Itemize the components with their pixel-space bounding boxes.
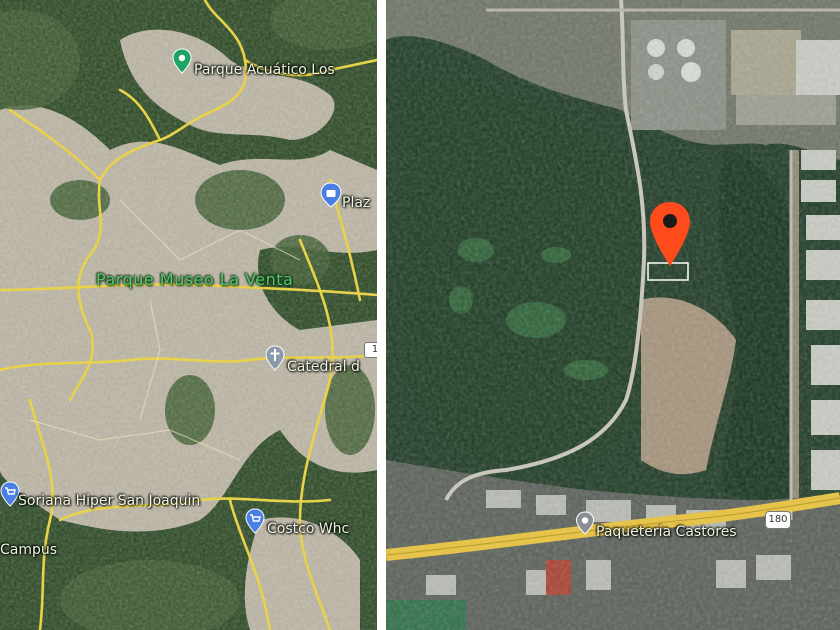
red-location-marker-icon (650, 202, 690, 266)
parque-acuatico-label[interactable]: Parque Acuático Los (194, 62, 335, 78)
green-place-pin-icon (172, 48, 192, 74)
shopping-bag-pin-icon (320, 182, 342, 208)
catedral-label[interactable]: Catedral d (287, 359, 360, 375)
plaza-pin[interactable] (320, 182, 342, 212)
campus-label[interactable]: Campus (0, 542, 57, 558)
paqueteria-label[interactable]: Paqueteria Castores (596, 524, 737, 540)
location-marker[interactable] (648, 200, 692, 272)
highway-180-shield: 180 (765, 511, 791, 529)
costco-label[interactable]: Costco Whc (267, 521, 349, 537)
parque-acuatico-pin[interactable] (172, 48, 192, 78)
plaza-label[interactable]: Plaz (342, 195, 370, 211)
highway-shield: 1 (364, 342, 377, 358)
church-pin-icon (265, 345, 285, 371)
soriana-label[interactable]: Soriana Hiper San Joaquin (18, 493, 200, 509)
right-map-panel[interactable]: 180 Paqueteria Castores (386, 0, 840, 630)
place-pin-icon (575, 511, 595, 535)
soriana-pin[interactable] (0, 481, 20, 511)
costco-pin[interactable] (245, 508, 265, 538)
shopping-cart-pin-icon (245, 508, 265, 534)
left-map-panel[interactable]: Parque Acuático Los Plaz Parque Museo La… (0, 0, 377, 630)
parque-museo-label[interactable]: Parque Museo La Venta (96, 270, 293, 289)
catedral-pin[interactable] (265, 345, 285, 375)
shopping-cart-pin-icon (0, 481, 20, 507)
paqueteria-pin[interactable] (575, 511, 595, 539)
